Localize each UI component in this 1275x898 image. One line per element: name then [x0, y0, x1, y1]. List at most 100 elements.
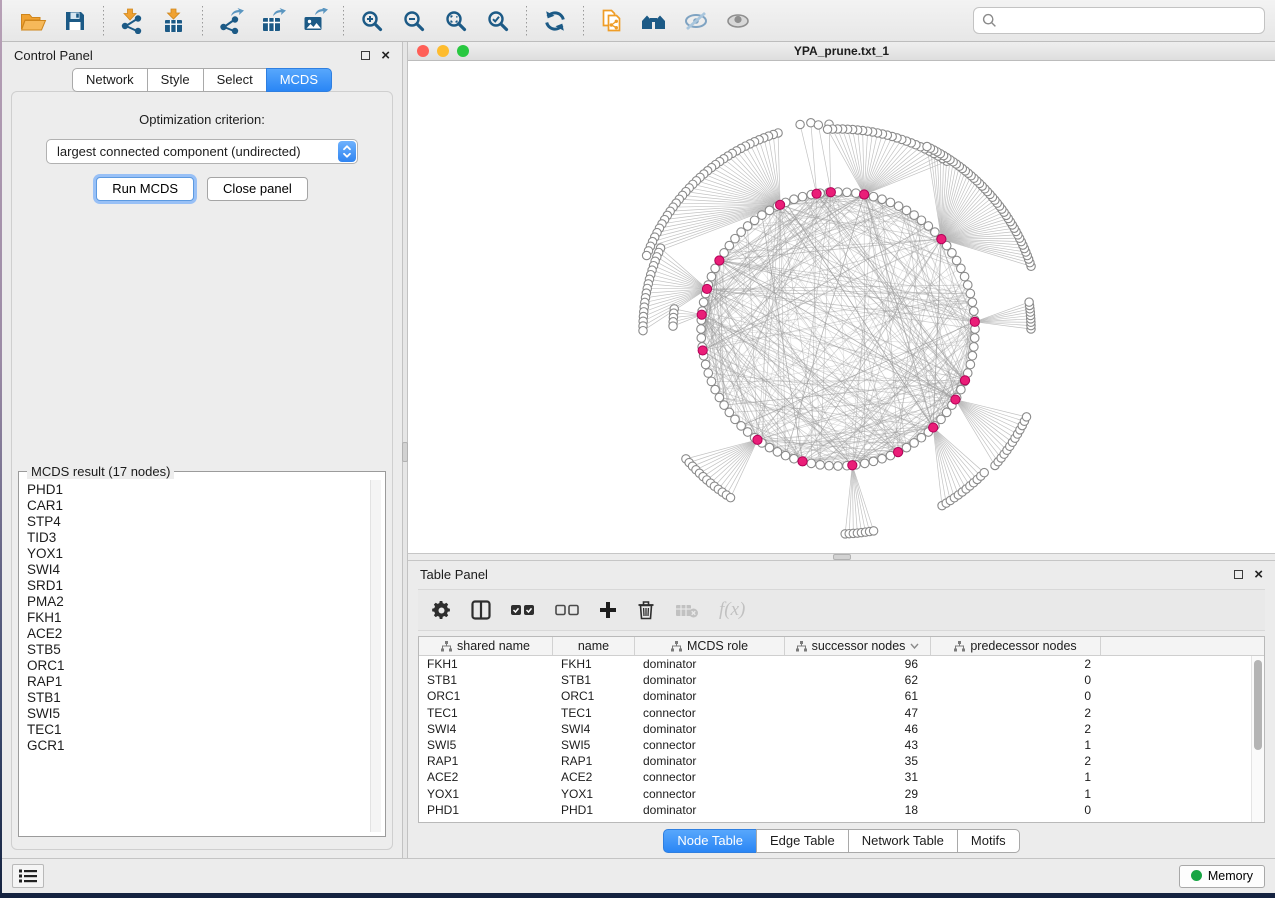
list-item[interactable]: TID3: [27, 530, 364, 546]
import-network-button[interactable]: [111, 3, 153, 39]
table-cell: PHD1: [419, 803, 553, 817]
list-item[interactable]: SWI4: [27, 562, 364, 578]
criterion-selected-value: largest connected component (undirected): [57, 144, 301, 159]
list-item[interactable]: YOX1: [27, 546, 364, 562]
search-box[interactable]: [973, 7, 1265, 34]
list-icon: [19, 869, 37, 883]
table-header-row: shared name name MCDS role successor nod…: [419, 637, 1264, 656]
tab-edge-table[interactable]: Edge Table: [756, 829, 849, 853]
list-item[interactable]: RAP1: [27, 674, 364, 690]
delete-column-button[interactable]: [637, 600, 655, 620]
criterion-select[interactable]: largest connected component (undirected): [46, 139, 358, 164]
tab-motifs[interactable]: Motifs: [957, 829, 1020, 853]
zoom-fit-button[interactable]: [435, 3, 477, 39]
table-cell: 43: [785, 738, 931, 752]
table-cell: 2: [931, 754, 1101, 768]
table-row[interactable]: RAP1RAP1dominator352: [419, 753, 1264, 769]
list-item[interactable]: ORC1: [27, 658, 364, 674]
list-item[interactable]: PHD1: [27, 482, 364, 498]
scrollbar-thumb[interactable]: [1254, 660, 1262, 750]
table-cell: 2: [931, 657, 1101, 671]
table-tabs: Node Table Edge Table Network Table Moti…: [408, 826, 1275, 858]
table-row[interactable]: ACE2ACE2connector311: [419, 769, 1264, 785]
memory-button[interactable]: Memory: [1179, 865, 1265, 888]
table-cell: RAP1: [553, 754, 635, 768]
task-history-button[interactable]: [12, 864, 44, 888]
list-item[interactable]: SRD1: [27, 578, 364, 594]
table-row[interactable]: ORC1ORC1dominator610: [419, 688, 1264, 704]
table-cell: ORC1: [553, 689, 635, 703]
import-table-button[interactable]: [153, 3, 195, 39]
tab-node-table[interactable]: Node Table: [663, 829, 757, 853]
list-item[interactable]: FKH1: [27, 610, 364, 626]
tab-mcds[interactable]: MCDS: [266, 68, 332, 92]
export-image-button[interactable]: [294, 3, 336, 39]
column-header-name[interactable]: name: [553, 637, 635, 655]
run-mcds-button[interactable]: Run MCDS: [96, 177, 194, 201]
first-neighbors-button[interactable]: [633, 3, 675, 39]
select-all-button[interactable]: [511, 604, 535, 616]
right-column: YPA_prune.txt_1 Table Panel: [408, 42, 1275, 858]
list-item[interactable]: STB1: [27, 690, 364, 706]
column-header-mcds-role[interactable]: MCDS role: [635, 637, 785, 655]
column-header-shared-name[interactable]: shared name: [419, 637, 553, 655]
table-row[interactable]: SWI4SWI4dominator462: [419, 721, 1264, 737]
network-graph[interactable]: [408, 61, 1275, 553]
binoculars-icon: [640, 9, 668, 33]
show-all-button[interactable]: [717, 3, 759, 39]
table-row[interactable]: PHD1PHD1dominator180: [419, 802, 1264, 818]
float-panel-icon[interactable]: [1234, 570, 1243, 579]
tab-network-table[interactable]: Network Table: [848, 829, 958, 853]
export-table-button[interactable]: [252, 3, 294, 39]
table-row[interactable]: STB1STB1dominator620: [419, 672, 1264, 688]
table-cell: PHD1: [553, 803, 635, 817]
close-panel-icon[interactable]: ×: [381, 51, 390, 60]
list-item[interactable]: STP4: [27, 514, 364, 530]
folder-open-icon: [20, 9, 47, 33]
delete-table-icon: [675, 601, 699, 619]
column-header-successor-nodes[interactable]: successor nodes: [785, 637, 931, 655]
network-canvas[interactable]: [408, 61, 1275, 553]
clear-selection-button[interactable]: [555, 604, 579, 616]
tab-select[interactable]: Select: [203, 68, 267, 92]
show-columns-button[interactable]: [471, 600, 491, 620]
export-network-button[interactable]: [210, 3, 252, 39]
refresh-button[interactable]: [534, 3, 576, 39]
list-item[interactable]: STB5: [27, 642, 364, 658]
list-item[interactable]: ACE2: [27, 626, 364, 642]
hide-selected-button[interactable]: [675, 3, 717, 39]
list-item[interactable]: PMA2: [27, 594, 364, 610]
mcds-result-scrollbar[interactable]: [370, 480, 381, 832]
list-item[interactable]: TEC1: [27, 722, 364, 738]
save-button[interactable]: [54, 3, 96, 39]
add-column-button[interactable]: [599, 601, 617, 619]
plus-icon: [599, 601, 617, 619]
toolbar-separator: [526, 6, 527, 36]
zoom-in-icon: [360, 9, 384, 33]
table-row[interactable]: TEC1TEC1connector472: [419, 705, 1264, 721]
list-item[interactable]: GCR1: [27, 738, 364, 754]
open-file-button[interactable]: [12, 3, 54, 39]
table-panel-title: Table Panel: [420, 567, 488, 582]
column-header-predecessor-nodes[interactable]: predecessor nodes: [931, 637, 1101, 655]
table-settings-button[interactable]: [432, 601, 451, 620]
splitter-grip[interactable]: [833, 554, 851, 560]
clone-network-button[interactable]: [591, 3, 633, 39]
table-scrollbar[interactable]: [1251, 656, 1264, 822]
list-item[interactable]: CAR1: [27, 498, 364, 514]
zoom-out-button[interactable]: [393, 3, 435, 39]
close-panel-button[interactable]: Close panel: [207, 177, 308, 201]
table-row[interactable]: YOX1YOX1connector291: [419, 786, 1264, 802]
memory-label: Memory: [1208, 869, 1253, 883]
table-row[interactable]: FKH1FKH1dominator962: [419, 656, 1264, 672]
zoom-in-button[interactable]: [351, 3, 393, 39]
tab-network[interactable]: Network: [72, 68, 148, 92]
float-panel-icon[interactable]: [361, 51, 370, 60]
list-item[interactable]: SWI5: [27, 706, 364, 722]
search-input[interactable]: [1002, 13, 1256, 28]
zoom-selected-button[interactable]: [477, 3, 519, 39]
tab-style[interactable]: Style: [147, 68, 204, 92]
close-panel-icon[interactable]: ×: [1254, 570, 1263, 579]
table-row[interactable]: SWI5SWI5connector431: [419, 737, 1264, 753]
table-cell: 96: [785, 657, 931, 671]
